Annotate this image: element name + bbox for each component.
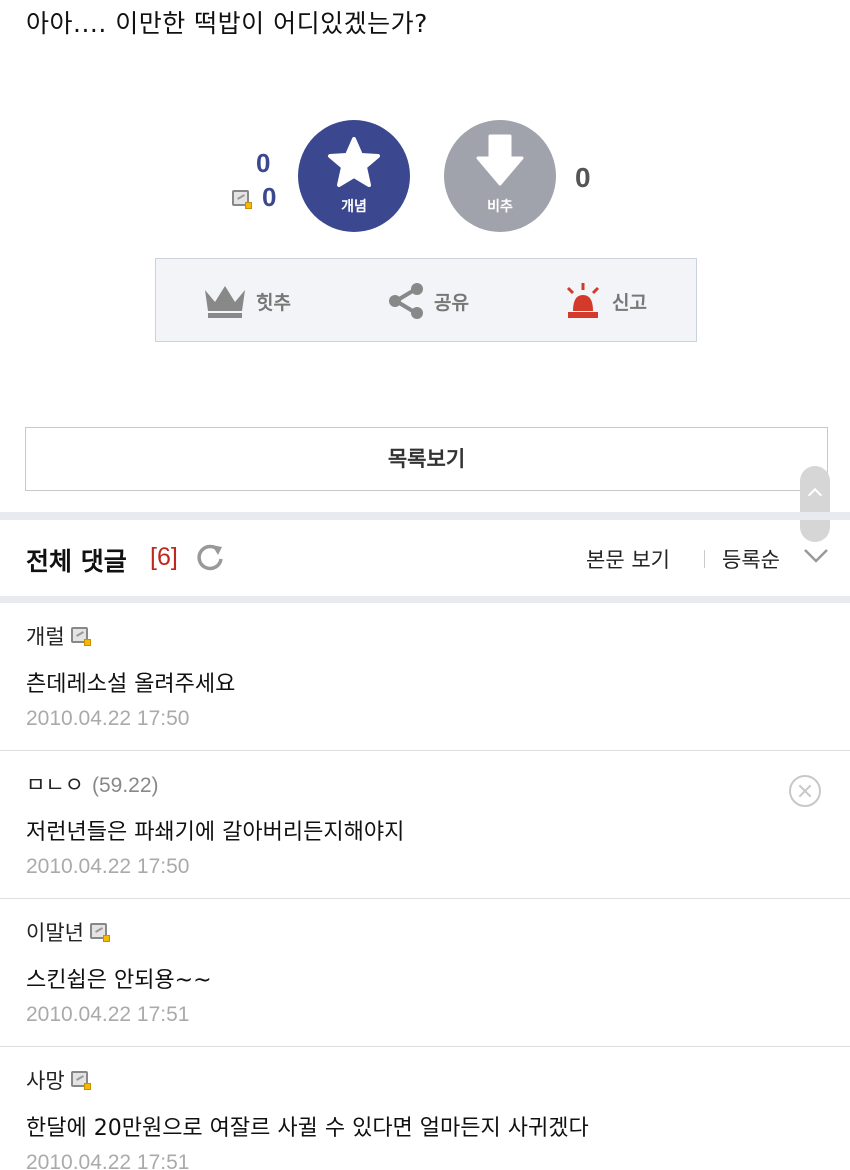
- arrow-down-icon: [476, 134, 524, 186]
- comment-date: 2010.04.22 17:51: [26, 1003, 190, 1026]
- fixed-user-icon: [70, 1070, 91, 1090]
- report-button[interactable]: 신고: [562, 281, 647, 321]
- comments-title: 전체 댓글: [26, 547, 127, 576]
- section-divider: [0, 512, 850, 520]
- comment-item: 이말년 스킨쉽은 안되용~~ 2010.04.22 17:51: [0, 899, 850, 1047]
- fixed-user-icon: [232, 190, 252, 209]
- report-label: 신고: [612, 291, 647, 314]
- header-divider: [704, 550, 705, 568]
- list-view-button[interactable]: 목록보기: [25, 427, 828, 491]
- comment-date: 2010.04.22 17:50: [26, 707, 190, 730]
- comment-author[interactable]: 사망: [26, 1069, 65, 1093]
- comment-author[interactable]: 개럴: [26, 625, 65, 649]
- upvote-count: 0: [256, 148, 271, 178]
- comment-date: 2010.04.22 17:50: [26, 855, 190, 878]
- share-icon: [389, 283, 423, 319]
- downvote-label: 비추: [487, 199, 513, 215]
- refresh-icon[interactable]: [195, 542, 225, 572]
- recommend-area: 0 0 개념 비추 0: [0, 118, 850, 238]
- comments-header: 전체 댓글 [6] 본문 보기 등록순: [0, 528, 850, 592]
- comment-ip: (59.22): [91, 774, 159, 797]
- delete-comment-icon[interactable]: [789, 775, 821, 807]
- comment-author[interactable]: ㅁㄴㅇ: [26, 773, 84, 797]
- hit-recommend-label: 힛추: [256, 291, 291, 314]
- comment-text: 스킨쉽은 안되용~~: [26, 968, 212, 993]
- section-divider: [0, 596, 850, 603]
- comment-item: ㅁㄴㅇ (59.22) 저런년들은 파쇄기에 갈아버리든지해야지 2010.04.…: [0, 751, 850, 899]
- comment-date: 2010.04.22 17:51: [26, 1151, 190, 1170]
- hit-recommend-button[interactable]: 힛추: [202, 281, 291, 321]
- comment-text: 츤데레소설 올려주세요: [26, 672, 236, 697]
- comment-author[interactable]: 이말년: [26, 921, 84, 945]
- post-actions: 힛추 공유 신고: [155, 258, 697, 342]
- star-icon: [328, 137, 380, 187]
- fixed-user-icon: [89, 922, 110, 942]
- chevron-up-icon[interactable]: [807, 487, 823, 503]
- crown-icon: [205, 286, 245, 318]
- share-button[interactable]: 공유: [386, 281, 469, 321]
- comment-item: 개럴 츤데레소설 올려주세요 2010.04.22 17:50: [0, 603, 850, 751]
- upvote-fixed-count: 0: [262, 182, 277, 212]
- siren-icon: [566, 283, 600, 318]
- upvote-button[interactable]: 개념: [298, 120, 410, 232]
- comment-item: 사망 한달에 20만원으로 여잘르 사귈 수 있다면 얼마든지 사귀겠다 201…: [0, 1047, 850, 1170]
- downvote-button[interactable]: 비추: [444, 120, 556, 232]
- view-body-button[interactable]: 본문 보기: [586, 544, 670, 574]
- comments-count: [6]: [150, 543, 178, 571]
- sort-select[interactable]: 등록순: [722, 544, 780, 574]
- fixed-user-icon: [70, 626, 91, 646]
- downvote-count: 0: [575, 162, 591, 193]
- comment-text: 한달에 20만원으로 여잘르 사귈 수 있다면 얼마든지 사귀겠다: [26, 1116, 589, 1141]
- upvote-label: 개념: [341, 199, 367, 215]
- post-body-text: 아아.... 이만한 떡밥이 어디있겠는가?: [26, 9, 428, 38]
- comment-text: 저런년들은 파쇄기에 갈아버리든지해야지: [26, 820, 405, 845]
- share-label: 공유: [434, 291, 469, 314]
- chevron-down-icon[interactable]: [803, 546, 829, 566]
